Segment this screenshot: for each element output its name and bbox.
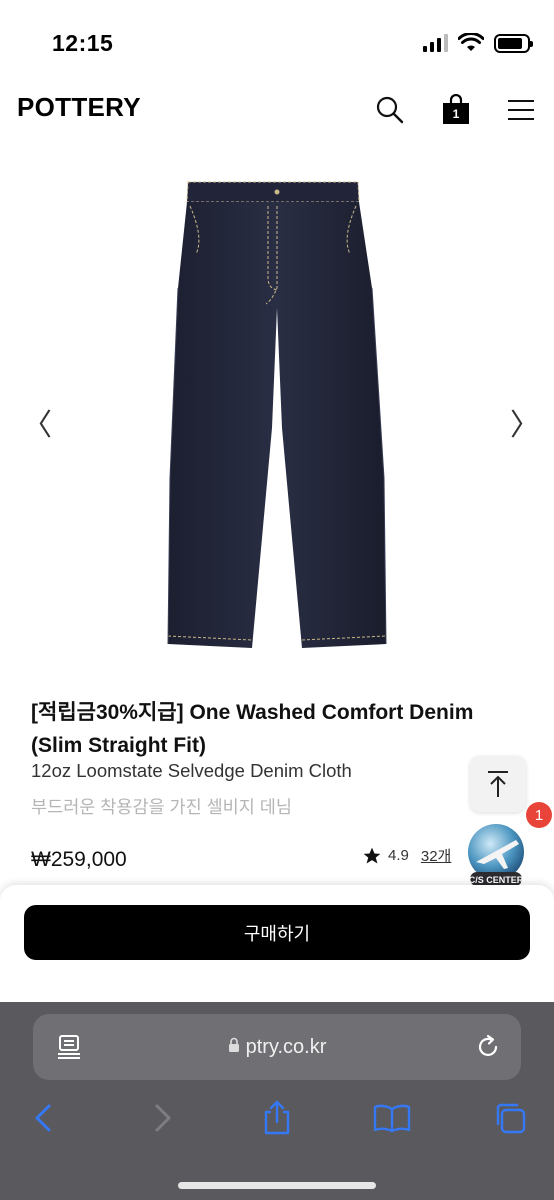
forward-icon[interactable] xyxy=(142,1098,182,1138)
search-icon[interactable] xyxy=(372,92,408,128)
browser-toolbar: ptry.co.kr xyxy=(0,1002,554,1200)
rating-value: 4.9 xyxy=(388,847,409,864)
product-image xyxy=(167,181,387,648)
chevron-right-icon[interactable]: 〉 xyxy=(510,400,540,444)
home-indicator xyxy=(178,1182,376,1189)
product-rating: 4.9 32개 xyxy=(362,845,451,866)
site-logo[interactable]: POTTERY xyxy=(17,92,141,123)
scroll-to-top-button[interactable] xyxy=(470,756,526,812)
product-image-carousel[interactable]: 〈 〉 xyxy=(0,150,554,680)
review-count-link[interactable]: 32개 xyxy=(421,845,452,866)
notification-badge: 1 xyxy=(526,802,552,828)
reload-icon[interactable] xyxy=(475,1034,501,1060)
product-title: [적립금30%지급] One Washed Comfort Denim (Sli… xyxy=(31,701,474,757)
cs-center-button[interactable]: C/S CENTER xyxy=(462,822,530,890)
hamburger-menu-icon[interactable] xyxy=(503,92,539,128)
wifi-icon xyxy=(458,33,484,51)
product-description: 부드러운 착용감을 가진 셀비지 데님 xyxy=(31,797,292,817)
tabs-icon[interactable] xyxy=(490,1098,530,1138)
bookmarks-icon[interactable] xyxy=(372,1098,412,1138)
purchase-sheet: 구매하기 xyxy=(0,885,554,1005)
site-header: POTTERY 1 xyxy=(0,80,554,140)
buy-button[interactable]: 구매하기 xyxy=(24,905,530,960)
chevron-left-icon[interactable]: 〈 xyxy=(22,400,52,444)
lock-icon xyxy=(228,1036,240,1059)
cs-center-label: C/S CENTER xyxy=(468,875,524,885)
url-display: ptry.co.kr xyxy=(33,1036,521,1059)
url-text: ptry.co.kr xyxy=(245,1036,327,1058)
share-icon[interactable] xyxy=(257,1098,297,1138)
cellular-signal-icon xyxy=(423,34,448,52)
back-icon[interactable] xyxy=(24,1098,64,1138)
product-subtitle: 12oz Loomstate Selvedge Denim Cloth xyxy=(31,760,352,781)
shopping-bag-icon[interactable]: 1 xyxy=(438,92,474,128)
status-time: 12:15 xyxy=(52,30,114,56)
status-icons xyxy=(423,33,533,53)
battery-icon xyxy=(494,33,533,53)
star-icon xyxy=(363,847,381,863)
address-bar[interactable]: ptry.co.kr xyxy=(33,1014,521,1080)
arrow-up-to-top-icon xyxy=(488,771,508,797)
product-price: ₩259,000 xyxy=(31,848,127,871)
cart-count: 1 xyxy=(452,107,460,121)
status-bar: 12:15 xyxy=(0,0,554,80)
